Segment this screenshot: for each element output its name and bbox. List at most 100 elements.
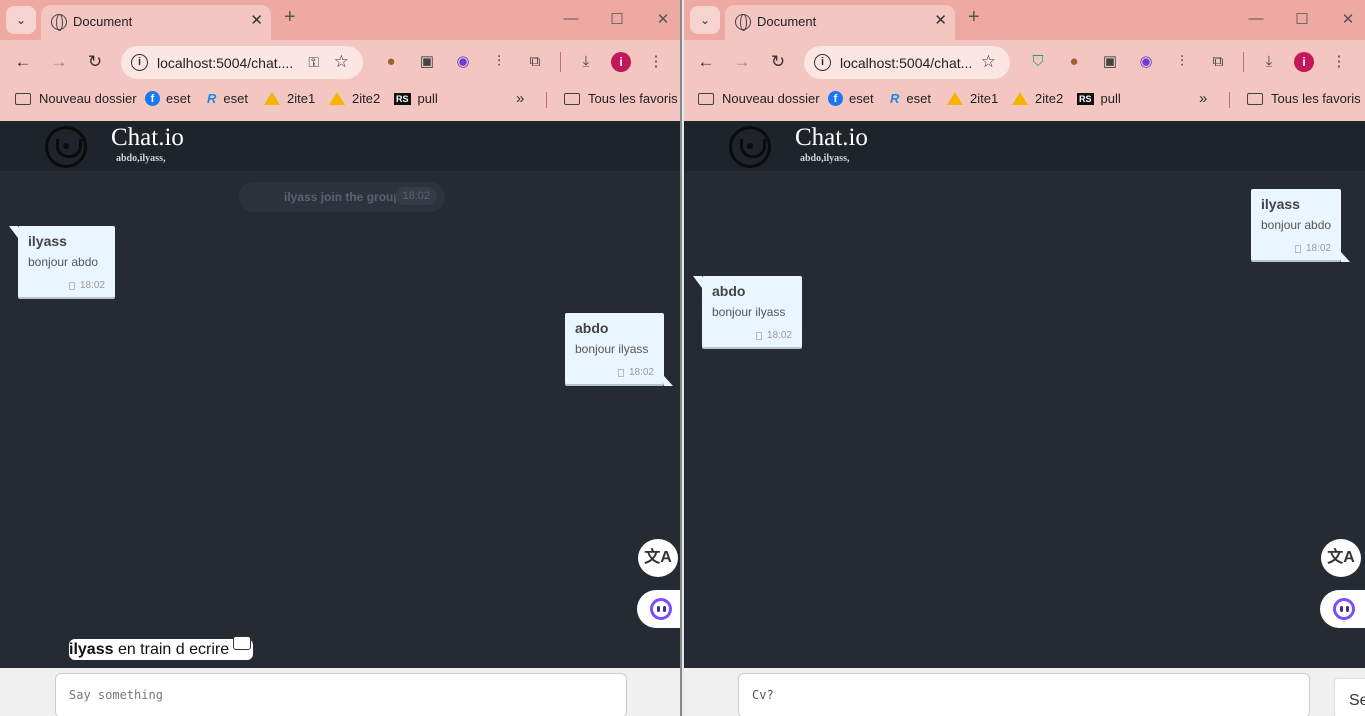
typing-user: ilyass [69,641,114,658]
ai-extension-icon[interactable]: ◉ [1135,52,1157,72]
system-message: ilyass join the group 18:02 [239,182,445,212]
cookie-extension-icon[interactable]: ● [1063,52,1085,72]
address-bar[interactable]: i localhost:5004/chat.... ⚿ ☆ [121,46,363,79]
message-meta: 18:02 [755,330,792,341]
tab-search-button[interactable]: ⌄ [6,6,36,34]
download-icon[interactable]: ⤓ [575,52,597,72]
tab-title: Document [73,14,133,29]
puzzle-icon[interactable]: ⧉ [1207,52,1229,72]
bookmark-item[interactable]: f eset [828,91,874,106]
translate-icon[interactable]: 文A [638,539,678,577]
bookmark-item[interactable]: Reset [890,91,931,106]
address-bar[interactable]: i localhost:5004/chat... ☆ [804,46,1010,79]
drive-icon [947,92,963,105]
bookmark-item[interactable]: 2ite1 [264,91,315,106]
message-input[interactable]: Cv? [738,673,1310,716]
url-text: localhost:5004/chat.... [157,55,294,71]
download-icon[interactable]: ⤓ [1258,52,1280,72]
tab-close-icon[interactable]: ✕ [250,11,263,29]
folder-icon [15,92,31,105]
chat-app: Chat.io abdo,ilyass, ilyass bonjour abdo… [684,121,1365,716]
drive-icon [1012,92,1028,105]
close-window-button[interactable]: ✕ [654,10,672,28]
send-button[interactable]: Se [1334,678,1365,716]
chat-header: Chat.io abdo,ilyass, [684,121,1365,171]
minimize-button[interactable]: — [562,10,580,28]
profile-avatar[interactable]: i [1294,52,1314,72]
more-bookmarks-icon[interactable]: » [1199,90,1207,107]
profile-avatar[interactable]: i [611,52,631,72]
globe-icon [735,14,751,31]
bookmark-item[interactable]: 2ite1 [947,91,998,106]
new-tab-button[interactable]: + [968,6,980,29]
back-button[interactable]: ← [696,52,716,72]
bookmarks-bar: Nouveau dossier f eset Reset 2ite1 2ite2 … [0,88,680,112]
ai-assistant-button[interactable] [1320,590,1365,628]
system-message-time: 18:02 [395,187,437,205]
bookmarks-bar: Nouveau dossier f eset Reset 2ite1 2ite2 … [684,88,1365,112]
all-bookmarks[interactable]: Tous les favoris [564,91,678,106]
browser-chrome: ⌄ Document ✕ + — ☐ ✕ ← → ↻ i localhost:5… [0,0,680,121]
extensions: ⛉ ● ▣ ◉ ⫶ ⧉ ⤓ i ⋮ [1027,52,1364,72]
site-info-icon[interactable]: i [131,54,148,71]
translate-icon[interactable]: 文A [1321,539,1361,577]
tab-close-icon[interactable]: ✕ [934,11,947,29]
bookmark-item[interactable]: 2ite2 [1012,91,1063,106]
message-meta: 18:02 [617,367,654,378]
bookmark-label: Tous les favoris [588,91,678,106]
reload-button[interactable]: ↻ [85,52,105,72]
member-list: abdo,ilyass, [800,153,850,164]
bookmark-item[interactable]: RS pull [1077,91,1121,106]
ai-extension-icon[interactable]: ◉ [452,52,474,72]
maximize-button[interactable]: ☐ [608,10,626,28]
bookmark-item[interactable]: 2ite2 [329,91,380,106]
extension-icon[interactable]: ⫶ [488,52,510,72]
new-tab-button[interactable]: + [284,6,296,29]
all-bookmarks[interactable]: Tous les favoris [1247,91,1361,106]
close-window-button[interactable]: ✕ [1339,10,1357,28]
cast-extension-icon[interactable]: ▣ [416,52,438,72]
cast-extension-icon[interactable]: ▣ [1099,52,1121,72]
bookmark-star-icon[interactable]: ☆ [981,52,996,72]
bookmark-divider [1229,92,1230,108]
shield-extension-icon[interactable]: ⛉ [1027,52,1049,72]
globe-icon [51,14,67,31]
back-button[interactable]: ← [13,52,33,72]
browser-tab[interactable]: Document ✕ [725,5,955,40]
message-text: bonjour abdo [28,255,99,269]
message-bubble: abdo bonjour ilyass 18:02 [565,313,673,386]
message-meta: 18:02 [1294,243,1331,254]
forward-button[interactable]: → [49,52,69,72]
site-info-icon[interactable]: i [814,54,831,71]
browser-chrome: ⌄ Document ✕ + — ☐ ✕ ← → ↻ i localhost:5… [684,0,1365,121]
maximize-button[interactable]: ☐ [1293,10,1311,28]
puzzle-icon[interactable]: ⧉ [524,52,546,72]
facebook-icon: f [828,91,843,106]
bookmark-item[interactable]: Reset [207,91,248,106]
menu-icon[interactable]: ⋮ [1328,52,1350,72]
bookmark-folder[interactable]: Nouveau dossier [15,91,137,106]
message-input[interactable]: Say something [55,673,627,716]
app-title: Chat.io [795,124,868,151]
message-text: bonjour ilyass [575,342,649,356]
minimize-button[interactable]: — [1247,10,1265,28]
cookie-extension-icon[interactable]: ● [380,52,402,72]
key-icon[interactable]: ⚿ [308,54,319,71]
bookmark-label: 2ite2 [352,91,381,106]
forward-button[interactable]: → [732,52,752,72]
toolbar-divider [1243,52,1244,72]
ai-assistant-button[interactable] [637,590,680,628]
browser-toolbar: ← → ↻ i localhost:5004/chat.... ⚿ ☆ ● ▣ … [0,40,680,85]
bookmark-folder[interactable]: Nouveau dossier [698,91,820,106]
tab-search-button[interactable]: ⌄ [690,6,720,34]
menu-icon[interactable]: ⋮ [645,52,667,72]
browser-tab[interactable]: Document ✕ [41,5,271,40]
extension-icon[interactable]: ⫶ [1171,52,1193,72]
bookmark-item[interactable]: RS pull [394,91,438,106]
bookmark-item[interactable]: f eset [145,91,191,106]
r-logo-icon: R [207,91,217,106]
bookmark-star-icon[interactable]: ☆ [334,52,349,72]
rs-logo-icon: RS [394,92,411,105]
more-bookmarks-icon[interactable]: » [516,90,524,107]
reload-button[interactable]: ↻ [768,52,788,72]
